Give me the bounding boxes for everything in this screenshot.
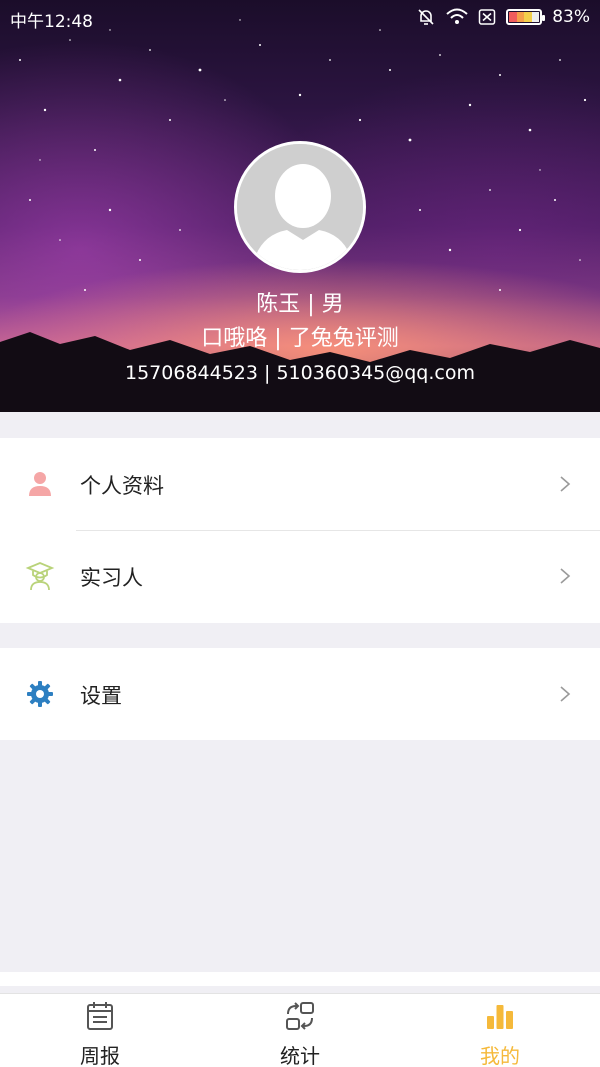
menu-item-personal-info[interactable]: 个人资料 bbox=[0, 438, 600, 530]
menu-item-intern[interactable]: 实习人 bbox=[0, 530, 600, 622]
menu-group-profile: 个人资料 实习人 bbox=[0, 438, 600, 623]
gear-icon bbox=[27, 681, 53, 707]
tab-weekly-report[interactable]: 周报 bbox=[0, 994, 200, 1067]
battery-percent: 83% bbox=[552, 7, 590, 27]
menu-item-label: 实习人 bbox=[80, 566, 143, 590]
status-time: 中午12:48 bbox=[10, 12, 93, 32]
default-avatar-icon bbox=[237, 144, 363, 270]
mute-alarm-icon bbox=[418, 9, 434, 25]
wifi-icon bbox=[446, 8, 468, 24]
person-icon bbox=[29, 472, 51, 496]
tab-statistics[interactable]: 统计 bbox=[200, 994, 400, 1067]
chevron-right-icon bbox=[560, 476, 571, 492]
swap-icon bbox=[286, 1002, 314, 1030]
tab-label: 我的 bbox=[480, 1044, 520, 1067]
menu-item-settings[interactable]: 设置 bbox=[0, 648, 600, 740]
profile-tags: 口哦咯 | 了兔兔评测 bbox=[201, 326, 399, 351]
bottom-tab-bar: 周报 统计 我的 bbox=[0, 993, 600, 1067]
graduate-icon bbox=[25, 562, 55, 591]
menu-item-label: 设置 bbox=[80, 684, 122, 708]
tab-mine[interactable]: 我的 bbox=[400, 994, 600, 1067]
calendar-icon bbox=[87, 1002, 113, 1030]
chevron-right-icon bbox=[560, 568, 571, 584]
battery-icon bbox=[506, 9, 546, 25]
sim-x-icon bbox=[478, 9, 496, 25]
chevron-right-icon bbox=[560, 686, 571, 702]
bar-chart-icon bbox=[487, 1005, 513, 1029]
tab-label: 统计 bbox=[280, 1044, 320, 1067]
status-bar: 中午12:48 83% bbox=[0, 0, 600, 34]
menu-item-label: 个人资料 bbox=[80, 474, 164, 498]
menu-group-settings: 设置 bbox=[0, 648, 600, 740]
bottom-separator bbox=[0, 972, 600, 986]
tab-label: 周报 bbox=[80, 1044, 120, 1067]
avatar[interactable] bbox=[234, 141, 366, 273]
profile-contact: 15706844523 | 510360345@qq.com bbox=[125, 362, 475, 384]
profile-name-gender: 陈玉 | 男 bbox=[256, 292, 344, 317]
